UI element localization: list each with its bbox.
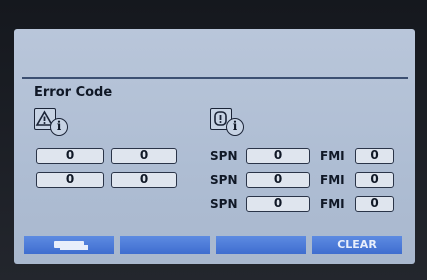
screen: Error Code i i 0 0 0 0 SPN 0 FMI 0 SPN 0… <box>14 29 415 264</box>
spn-label: SPN <box>210 149 238 163</box>
fmi-field: 0 <box>355 196 394 212</box>
spn-label: SPN <box>210 197 238 211</box>
error-code-field: 0 <box>36 148 104 164</box>
error-code-field: 0 <box>111 172 177 188</box>
softkey-keyboard[interactable] <box>24 236 114 254</box>
softkey-2[interactable] <box>120 236 210 254</box>
softkey-3[interactable] <box>216 236 306 254</box>
info-icon: i <box>50 118 68 136</box>
error-code-field: 0 <box>36 172 104 188</box>
fmi-label: FMI <box>320 173 345 187</box>
info-icon: i <box>226 118 244 136</box>
spn-field: 0 <box>246 172 310 188</box>
keyboard-icon <box>54 241 84 248</box>
spn-field: 0 <box>246 148 310 164</box>
clear-button[interactable]: CLEAR <box>312 236 402 254</box>
fmi-label: FMI <box>320 149 345 163</box>
fmi-field: 0 <box>355 172 394 188</box>
header-divider <box>22 77 408 79</box>
spn-label: SPN <box>210 173 238 187</box>
spn-field: 0 <box>246 196 310 212</box>
error-code-field: 0 <box>111 148 177 164</box>
section-title: Error Code <box>34 85 113 100</box>
fmi-field: 0 <box>355 148 394 164</box>
fmi-label: FMI <box>320 197 345 211</box>
